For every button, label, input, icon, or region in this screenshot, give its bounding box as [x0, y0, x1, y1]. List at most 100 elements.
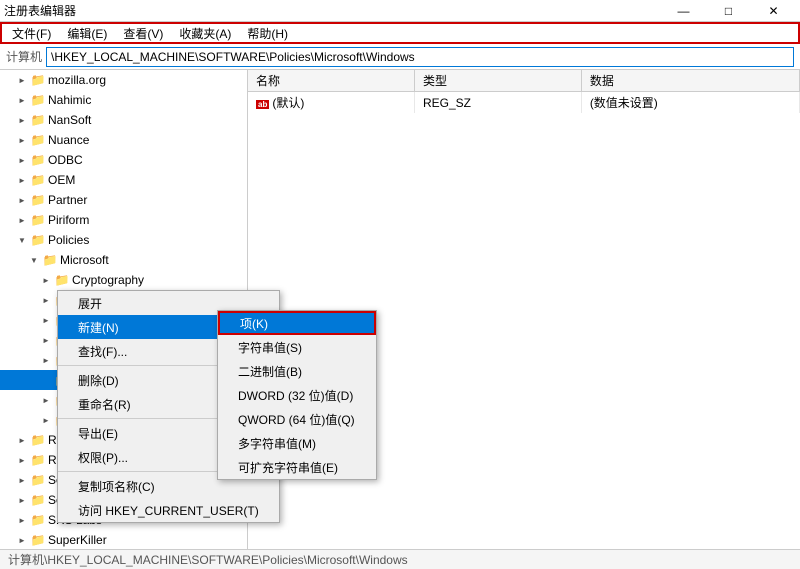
tree-arrow-peernet[interactable]: ► — [38, 312, 54, 328]
menu-file[interactable]: 文件(F) — [4, 24, 59, 42]
tree-item-microsoft[interactable]: ▼📁Microsoft — [0, 250, 247, 270]
maximize-button[interactable]: □ — [706, 0, 751, 22]
context-menu-label-2: 查找(F)... — [78, 343, 127, 360]
col-type: 类型 — [414, 70, 581, 92]
tree-label-nuance: Nuance — [48, 133, 89, 147]
cell-type: REG_SZ — [414, 92, 581, 114]
menu-bar: 文件(F) 编辑(E) 查看(V) 收藏夹(A) 帮助(H) — [0, 22, 800, 44]
submenu-label-0: 项(K) — [240, 315, 268, 332]
tree-arrow-policies[interactable]: ▼ — [14, 232, 30, 248]
menu-edit[interactable]: 编辑(E) — [59, 24, 115, 42]
tree-item-policies[interactable]: ▼📁Policies — [0, 230, 247, 250]
submenu-label-5: 多字符串值(M) — [238, 435, 316, 452]
folder-icon-nuance: 📁 — [30, 132, 46, 148]
submenu-label-3: DWORD (32 位)值(D) — [238, 387, 353, 404]
folder-icon-nahimic: 📁 — [30, 92, 46, 108]
submenu-item-1[interactable]: 字符串值(S) — [218, 335, 376, 359]
tree-arrow-microsoft[interactable]: ▼ — [26, 252, 42, 268]
tree-arrow-systemcertificates[interactable]: ► — [38, 332, 54, 348]
tree-item-nuance[interactable]: ►📁Nuance — [0, 130, 247, 150]
folder-icon-nansoft: 📁 — [30, 112, 46, 128]
cell-data: (数值未设置) — [581, 92, 799, 114]
submenu-item-2[interactable]: 二进制值(B) — [218, 359, 376, 383]
col-name: 名称 — [248, 70, 414, 92]
tree-label-superkiller: SuperKiller — [48, 533, 107, 547]
tree-arrow-windows2[interactable]: ► — [38, 392, 54, 408]
tree-arrow-srslabs[interactable]: ► — [14, 512, 30, 528]
menu-favorites[interactable]: 收藏夹(A) — [171, 24, 239, 42]
tree-arrow-registeredapp[interactable]: ► — [14, 452, 30, 468]
folder-icon-cryptography: 📁 — [54, 272, 70, 288]
tree-item-cryptography[interactable]: ►📁Cryptography — [0, 270, 247, 290]
tree-arrow-realtek[interactable]: ► — [14, 432, 30, 448]
submenu-label-6: 可扩充字符串值(E) — [238, 459, 338, 476]
tree-arrow-superkiller[interactable]: ► — [14, 532, 30, 548]
address-input[interactable] — [46, 47, 794, 67]
submenu-item-5[interactable]: 多字符串值(M) — [218, 431, 376, 455]
tree-arrow-tpm[interactable]: ► — [38, 352, 54, 368]
minimize-button[interactable]: — — [661, 0, 706, 22]
menu-view[interactable]: 查看(V) — [115, 24, 171, 42]
tree-item-odbc[interactable]: ►📁ODBC — [0, 150, 247, 170]
tree-item-nahimic[interactable]: ►📁Nahimic — [0, 90, 247, 110]
tree-arrow-nuance[interactable]: ► — [14, 132, 30, 148]
tree-label-microsoft: Microsoft — [60, 253, 109, 267]
submenu-label-2: 二进制值(B) — [238, 363, 302, 380]
submenu-item-6[interactable]: 可扩充字符串值(E) — [218, 455, 376, 479]
tree-arrow-sonicfocus[interactable]: ► — [14, 472, 30, 488]
tree-label-mozilla: mozilla.org — [48, 73, 106, 87]
tree-arrow-mozilla[interactable]: ► — [14, 72, 30, 88]
registry-table: 名称 类型 数据 ab(默认)REG_SZ(数值未设置) — [248, 70, 800, 113]
tree-arrow-soundresearch[interactable]: ► — [14, 492, 30, 508]
tree-label-policies: Policies — [48, 233, 89, 247]
context-menu-item-11[interactable]: 访问 HKEY_CURRENT_USER(T) — [58, 498, 279, 522]
tree-item-nansoft[interactable]: ►📁NanSoft — [0, 110, 247, 130]
submenu-label-1: 字符串值(S) — [238, 339, 302, 356]
submenu[interactable]: 项(K) 字符串值(S) 二进制值(B) DWORD (32 位)值(D) QWORD … — [217, 310, 377, 480]
title-bar: 注册表编辑器 — □ ✕ — [0, 0, 800, 22]
folder-icon-microsoft: 📁 — [42, 252, 58, 268]
tree-arrow-windows[interactable] — [38, 372, 54, 388]
close-button[interactable]: ✕ — [751, 0, 796, 22]
context-menu-label-8: 权限(P)... — [78, 449, 128, 466]
tree-arrow-windows3[interactable]: ► — [38, 412, 54, 428]
table-row[interactable]: ab(默认)REG_SZ(数值未设置) — [248, 92, 800, 114]
tree-arrow-cryptography[interactable]: ► — [38, 272, 54, 288]
tree-arrow-nahimic[interactable]: ► — [14, 92, 30, 108]
menu-help[interactable]: 帮助(H) — [239, 24, 296, 42]
status-bar: 计算机\HKEY_LOCAL_MACHINE\SOFTWARE\Policies… — [0, 549, 800, 569]
folder-icon-partner: 📁 — [30, 192, 46, 208]
submenu-item-0[interactable]: 项(K) — [218, 311, 376, 335]
submenu-label-4: QWORD (64 位)值(Q) — [238, 411, 355, 428]
context-menu-label-10: 复制项名称(C) — [78, 478, 155, 495]
folder-icon-mozilla: 📁 — [30, 72, 46, 88]
tree-label-oem: OEM — [48, 173, 75, 187]
address-label: 计算机 — [6, 48, 42, 65]
tree-arrow-peerdist[interactable]: ► — [38, 292, 54, 308]
status-text: 计算机\HKEY_LOCAL_MACHINE\SOFTWARE\Policies… — [8, 551, 408, 568]
window-controls: — □ ✕ — [661, 0, 796, 22]
tree-label-nahimic: Nahimic — [48, 93, 91, 107]
context-menu-label-11: 访问 HKEY_CURRENT_USER(T) — [78, 502, 259, 519]
address-bar: 计算机 — [0, 44, 800, 70]
tree-arrow-odbc[interactable]: ► — [14, 152, 30, 168]
tree-arrow-piriform[interactable]: ► — [14, 212, 30, 228]
tree-item-mozilla[interactable]: ►📁mozilla.org — [0, 70, 247, 90]
folder-icon-superkiller: 📁 — [30, 532, 46, 548]
tree-label-cryptography: Cryptography — [72, 273, 144, 287]
tree-arrow-oem[interactable]: ► — [14, 172, 30, 188]
tree-arrow-nansoft[interactable]: ► — [14, 112, 30, 128]
tree-label-piriform: Piriform — [48, 213, 89, 227]
submenu-item-3[interactable]: DWORD (32 位)值(D) — [218, 383, 376, 407]
folder-icon-srslabs: 📁 — [30, 512, 46, 528]
tree-item-oem[interactable]: ►📁OEM — [0, 170, 247, 190]
context-menu-label-1: 新建(N) — [78, 319, 119, 336]
cell-name: ab(默认) — [248, 92, 414, 114]
window-title: 注册表编辑器 — [4, 2, 661, 19]
tree-item-piriform[interactable]: ►📁Piriform — [0, 210, 247, 230]
tree-item-partner[interactable]: ►📁Partner — [0, 190, 247, 210]
folder-icon-soundresearch: 📁 — [30, 492, 46, 508]
tree-arrow-partner[interactable]: ► — [14, 192, 30, 208]
submenu-item-4[interactable]: QWORD (64 位)值(Q) — [218, 407, 376, 431]
tree-item-superkiller[interactable]: ►📁SuperKiller — [0, 530, 247, 549]
